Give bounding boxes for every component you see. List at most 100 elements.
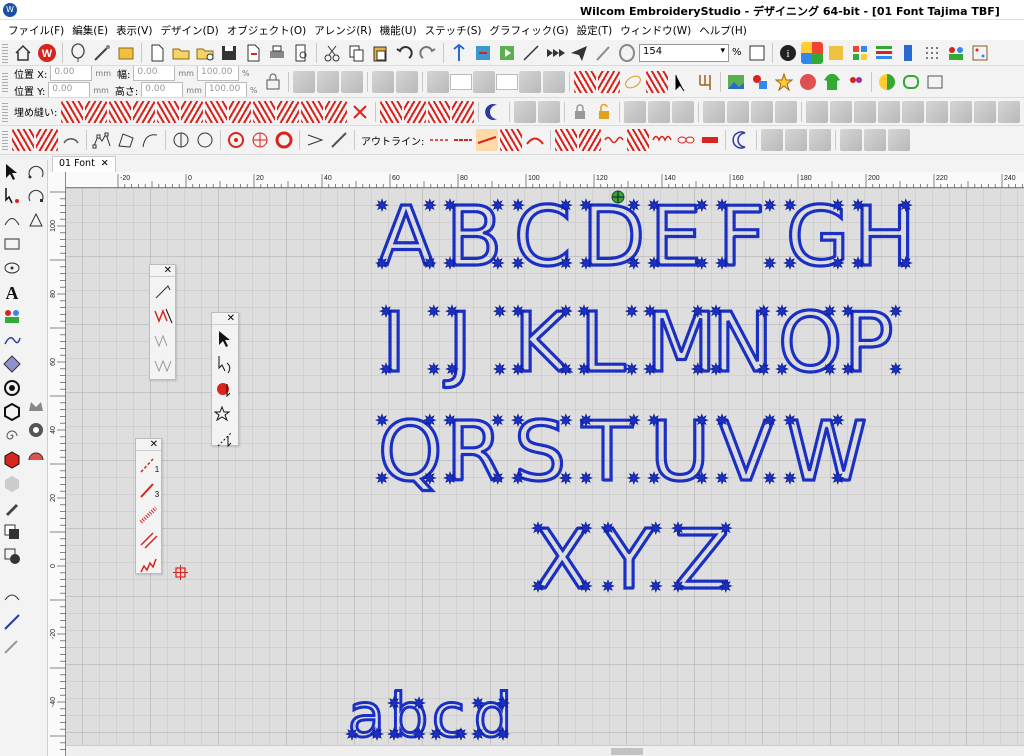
rotate-angle-icon[interactable] (426, 70, 449, 93)
wand-icon[interactable] (91, 42, 113, 64)
palette-color-arrow-icon[interactable] (214, 378, 236, 400)
appliqué-icon[interactable] (26, 444, 46, 464)
zigzag-fill-icon[interactable] (229, 100, 252, 123)
pencil-icon[interactable] (2, 636, 22, 656)
width-field[interactable]: 0.00 (133, 66, 176, 81)
star-icon[interactable] (773, 71, 795, 93)
distribute-v-icon[interactable] (830, 100, 853, 123)
align-center-icon[interactable] (727, 100, 750, 123)
select-arrow-icon[interactable] (2, 162, 22, 182)
design-library-icon[interactable] (825, 42, 847, 64)
order-icon[interactable] (902, 100, 925, 123)
monogram-icon[interactable] (797, 71, 819, 93)
cut-shape-icon[interactable] (194, 129, 216, 151)
group-icon[interactable] (624, 100, 647, 123)
outline-1-icon[interactable]: 1 (138, 454, 160, 476)
contour-fill-icon[interactable] (133, 100, 156, 123)
reshape-node-icon[interactable] (152, 280, 174, 302)
select-palette-close-icon[interactable]: ✕ (212, 313, 238, 325)
skew-angle-icon[interactable] (472, 70, 495, 93)
satin-outline-icon[interactable] (500, 129, 523, 151)
scale-width-field[interactable]: 100.00 (196, 66, 239, 81)
embroidery-letter-row5-2[interactable]: c (431, 680, 467, 753)
scale-height-field[interactable]: 100.00 (204, 82, 247, 97)
lettering-icon[interactable]: A (2, 282, 22, 303)
stitch-spacing-grey-icon[interactable] (152, 355, 174, 377)
skew-icon[interactable] (340, 70, 363, 93)
chain-outline-icon[interactable] (675, 129, 697, 151)
palette-select-arrow-icon[interactable] (214, 328, 236, 350)
hexagon-filled-icon[interactable] (2, 450, 22, 470)
combine-icon[interactable] (974, 100, 997, 123)
moon-icon[interactable] (483, 101, 505, 123)
unlock-icon[interactable] (593, 101, 615, 123)
select-all-icon[interactable] (514, 100, 537, 123)
people-icon[interactable] (945, 42, 967, 64)
arrow-tool-icon[interactable] (670, 71, 692, 93)
input-a-icon[interactable] (12, 129, 34, 151)
fit-all-icon[interactable] (888, 129, 911, 151)
rectangle-icon[interactable] (2, 234, 22, 254)
outline-palette-close-icon[interactable]: ✕ (136, 439, 161, 451)
pen-icon[interactable] (2, 498, 22, 518)
lock-icon[interactable] (569, 101, 591, 123)
color-list-icon[interactable] (849, 42, 871, 64)
flexi-split-icon[interactable] (253, 100, 276, 123)
hoop-frame-icon[interactable] (900, 71, 922, 93)
menu-arrange[interactable]: アレンジ(R) (314, 23, 372, 38)
transform-icon[interactable] (518, 70, 541, 93)
align-top-icon[interactable] (775, 100, 798, 123)
abacus-icon[interactable] (969, 42, 991, 64)
outline-satin-icon[interactable] (138, 504, 160, 526)
align-left-icon[interactable] (703, 100, 726, 123)
fill-stitch-icon[interactable] (645, 70, 668, 93)
palette-polygon-select-icon[interactable] (214, 428, 236, 450)
stitch-effect-icon[interactable] (2, 330, 22, 350)
spiral-fill-icon[interactable] (301, 100, 324, 123)
target-icon[interactable] (2, 378, 22, 398)
menu-file[interactable]: ファイル(F) (8, 23, 64, 38)
outline-3-icon[interactable]: 3 (138, 479, 160, 501)
spiral-icon[interactable] (2, 426, 22, 446)
fill-color-icon[interactable] (2, 522, 22, 542)
sequin-icon[interactable] (452, 100, 475, 123)
menu-design[interactable]: デザイン(D) (160, 23, 218, 38)
zigzag-outline-icon[interactable] (579, 129, 602, 151)
input-curve-b-icon[interactable] (26, 186, 46, 206)
travel-icon[interactable] (448, 42, 470, 64)
break-icon[interactable] (998, 100, 1021, 123)
bar-outline-icon[interactable] (699, 129, 721, 151)
zoom-box-icon[interactable] (746, 42, 768, 64)
fast-forward-icon[interactable] (544, 42, 566, 64)
reshape-arrow-icon[interactable] (2, 186, 22, 206)
layers-icon[interactable] (2, 546, 22, 566)
height-field[interactable]: 0.00 (141, 82, 184, 97)
slow-redraw-icon[interactable] (472, 42, 494, 64)
needle-icon[interactable] (520, 42, 542, 64)
send-icon[interactable] (568, 42, 590, 64)
print-icon[interactable] (266, 42, 288, 64)
reshape-palette-close-icon[interactable]: ✕ (150, 265, 175, 277)
outline-arrow-icon[interactable] (304, 129, 326, 151)
hexagon-icon[interactable] (2, 402, 22, 422)
select-box-icon[interactable] (538, 100, 561, 123)
flip-icon[interactable] (542, 70, 565, 93)
program-split-icon[interactable] (109, 100, 132, 123)
x-stitch-icon[interactable] (349, 101, 371, 123)
menu-functions[interactable]: 機能(U) (380, 23, 417, 38)
reshape-icon[interactable] (170, 129, 192, 151)
nudge-left-icon[interactable] (761, 129, 784, 151)
ring-icon[interactable] (273, 129, 295, 151)
blackwork-icon[interactable] (428, 100, 451, 123)
copy-icon[interactable] (345, 42, 367, 64)
center-icon[interactable] (926, 100, 949, 123)
pos-x-field[interactable]: 0.00 (50, 66, 93, 81)
e-stitch-icon[interactable] (627, 129, 650, 151)
zoom-combo[interactable]: 154 (639, 43, 729, 62)
knife-icon[interactable] (2, 612, 22, 632)
redo-icon[interactable] (417, 42, 439, 64)
menu-stitch[interactable]: ステッチ(S) (425, 23, 482, 38)
open-recent-icon[interactable] (194, 42, 216, 64)
arc-fill-icon[interactable] (380, 100, 403, 123)
colorway-icon[interactable] (873, 42, 895, 64)
